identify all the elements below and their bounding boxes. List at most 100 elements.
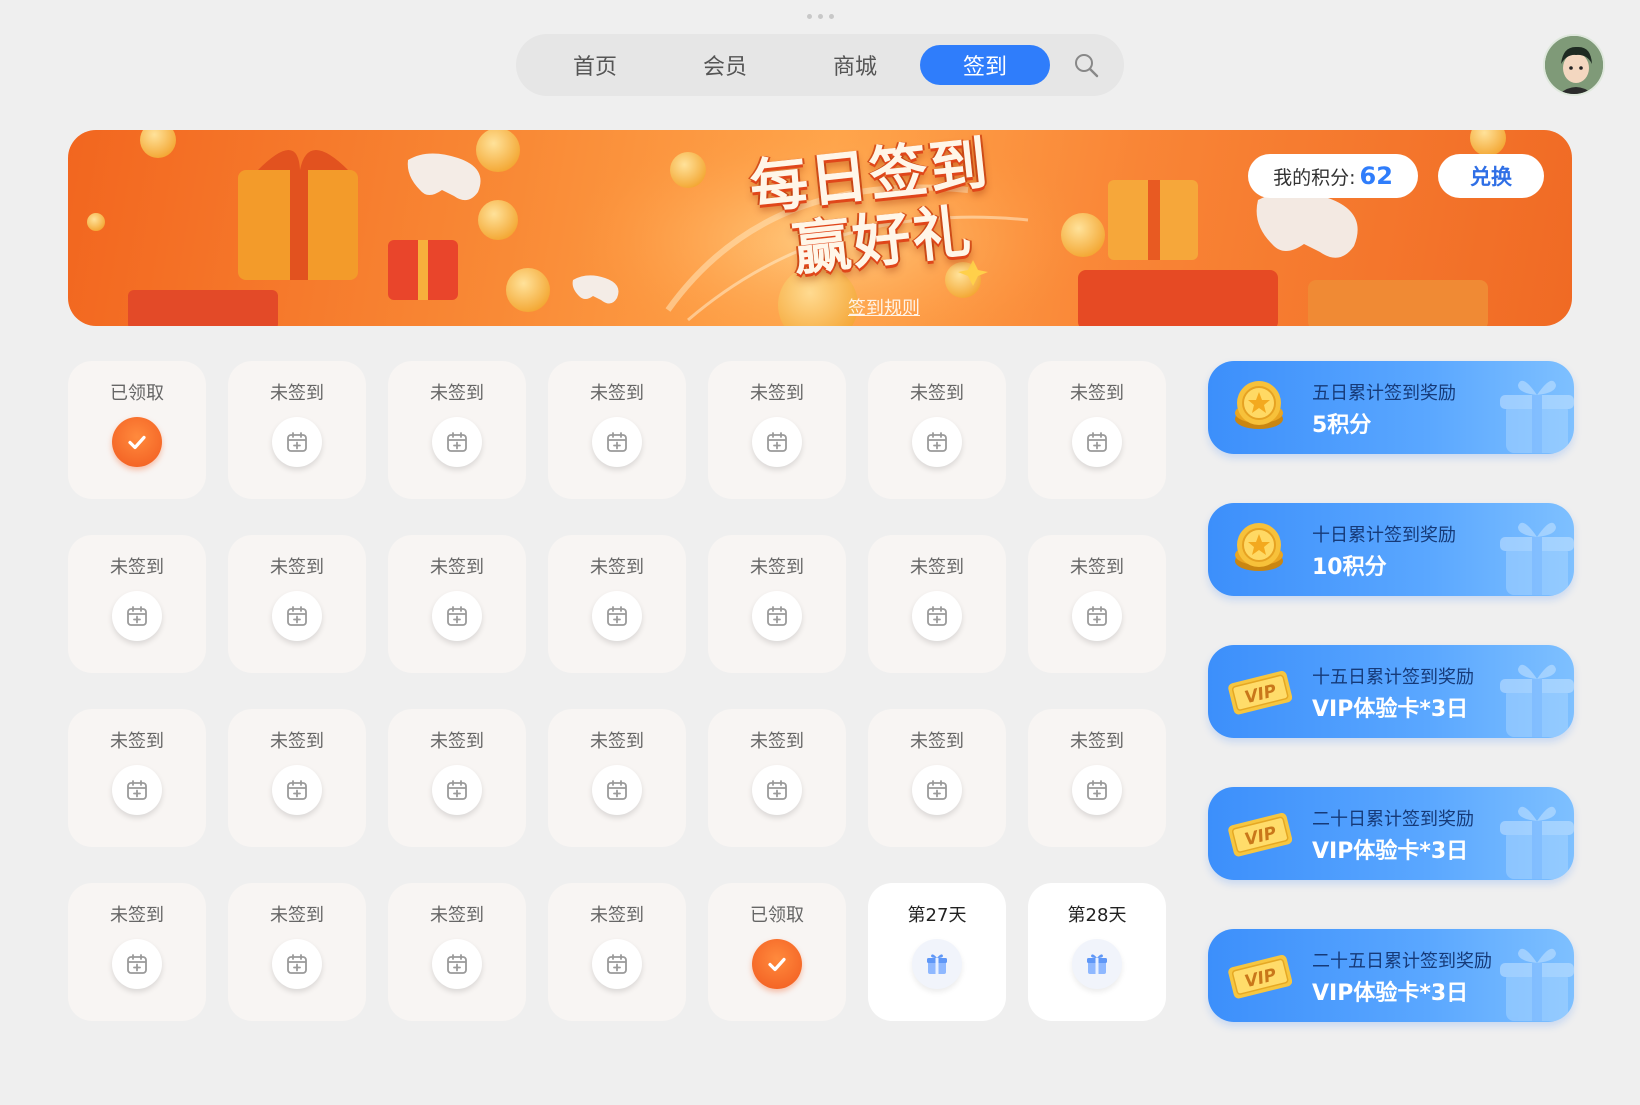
reward-title: 二十五日累计签到奖励 <box>1312 951 1492 972</box>
search-button[interactable] <box>1066 45 1106 85</box>
day-card-21[interactable]: 未签到 <box>1028 709 1166 847</box>
checkin-day-grid: 已领取 未签到 未签到 未签到 未签到 未签到 未签到 未签到 未签到 未签到 未签到 未签到 未签到未… <box>68 361 1168 1021</box>
day-card-11[interactable]: 未签到 <box>548 535 686 673</box>
reward-card-2[interactable]: 十日累计签到奖励 10积分 <box>1208 503 1574 596</box>
reward-card-1[interactable]: 五日累计签到奖励 5积分 <box>1208 361 1574 454</box>
day-card-16[interactable]: 未签到 <box>228 709 366 847</box>
day-card-13[interactable]: 未签到 <box>868 535 1006 673</box>
cumulative-rewards-list: 五日累计签到奖励 5积分 十日累计签到奖励 10积分 VIP 十五日累计签到奖励 VIP体验… <box>1208 361 1574 1071</box>
day-card-22[interactable]: 未签到 <box>68 883 206 1021</box>
calendar-add-icon <box>1072 417 1122 467</box>
day-card-4[interactable]: 未签到 <box>548 361 686 499</box>
calendar-add-icon <box>752 591 802 641</box>
avatar-image <box>1545 36 1603 94</box>
calendar-add-icon <box>272 591 322 641</box>
tab-mall[interactable]: 商城 <box>790 45 920 85</box>
day-card-28[interactable]: 第28天 <box>1028 883 1166 1021</box>
vip-ticket-icon: VIP <box>1226 801 1293 867</box>
day-card-9[interactable]: 未签到 <box>228 535 366 673</box>
calendar-add-icon <box>1072 591 1122 641</box>
day-status-label: 未签到 <box>590 557 644 578</box>
day-card-26[interactable]: 已领取 <box>708 883 846 1021</box>
day-card-17[interactable]: 未签到 <box>388 709 526 847</box>
day-status-label: 未签到 <box>1070 557 1124 578</box>
reward-title: 十五日累计签到奖励 <box>1312 667 1474 688</box>
day-card-1[interactable]: 已领取 <box>68 361 206 499</box>
calendar-add-icon <box>432 591 482 641</box>
day-card-15[interactable]: 未签到 <box>68 709 206 847</box>
day-card-5[interactable]: 未签到 <box>708 361 846 499</box>
day-card-10[interactable]: 未签到 <box>388 535 526 673</box>
calendar-add-icon <box>592 591 642 641</box>
day-status-label: 未签到 <box>590 731 644 752</box>
day-status-label: 未签到 <box>270 731 324 752</box>
tab-checkin[interactable]: 签到 <box>920 45 1050 85</box>
reward-title: 二十日累计签到奖励 <box>1312 809 1474 830</box>
day-card-8[interactable]: 未签到 <box>68 535 206 673</box>
reward-value: VIP体验卡*3日 <box>1312 839 1469 864</box>
day-card-2[interactable]: 未签到 <box>228 361 366 499</box>
day-card-20[interactable]: 未签到 <box>868 709 1006 847</box>
gift-box-icon <box>1488 937 1574 1022</box>
calendar-add-icon <box>432 939 482 989</box>
day-status-label: 未签到 <box>1070 383 1124 404</box>
day-card-7[interactable]: 未签到 <box>1028 361 1166 499</box>
calendar-add-icon <box>432 417 482 467</box>
check-circle-icon <box>752 939 802 989</box>
calendar-add-icon <box>272 765 322 815</box>
points-value: 62 <box>1359 162 1393 190</box>
day-card-14[interactable]: 未签到 <box>1028 535 1166 673</box>
gift-icon <box>1072 939 1122 989</box>
day-status-label: 第28天 <box>1067 905 1127 926</box>
day-card-27[interactable]: 第27天 <box>868 883 1006 1021</box>
day-status-label: 未签到 <box>270 383 324 404</box>
day-status-label: 未签到 <box>430 383 484 404</box>
day-status-label: 未签到 <box>270 557 324 578</box>
gift-icon <box>912 939 962 989</box>
day-status-label: 未签到 <box>910 557 964 578</box>
day-status-label: 未签到 <box>430 905 484 926</box>
day-status-label: 未签到 <box>750 557 804 578</box>
day-card-18[interactable]: 未签到 <box>548 709 686 847</box>
day-card-6[interactable]: 未签到 <box>868 361 1006 499</box>
points-label: 我的积分: <box>1273 166 1356 189</box>
tab-membership[interactable]: 会员 <box>660 45 790 85</box>
check-circle-icon <box>112 417 162 467</box>
search-icon <box>1075 54 1099 78</box>
reward-card-5[interactable]: VIP 二十五日累计签到奖励 VIP体验卡*3日 <box>1208 929 1574 1022</box>
day-card-23[interactable]: 未签到 <box>228 883 366 1021</box>
day-status-label: 已领取 <box>110 383 164 404</box>
exchange-button[interactable]: 兑换 <box>1438 154 1544 198</box>
day-status-label: 已领取 <box>750 905 804 926</box>
day-status-label: 未签到 <box>1070 731 1124 752</box>
day-status-label: 未签到 <box>590 905 644 926</box>
checkin-rules-link[interactable]: 签到规则 <box>848 294 920 320</box>
avatar[interactable] <box>1543 34 1605 96</box>
calendar-add-icon <box>112 591 162 641</box>
calendar-add-icon <box>592 765 642 815</box>
calendar-add-icon <box>592 939 642 989</box>
day-status-label: 第27天 <box>907 905 967 926</box>
calendar-add-icon <box>912 417 962 467</box>
calendar-add-icon <box>752 765 802 815</box>
calendar-add-icon <box>112 765 162 815</box>
gift-box-icon <box>1488 653 1574 738</box>
calendar-add-icon <box>272 417 322 467</box>
day-card-19[interactable]: 未签到 <box>708 709 846 847</box>
gift-box-icon <box>1488 369 1574 454</box>
gift-box-icon <box>1488 511 1574 596</box>
day-card-24[interactable]: 未签到 <box>388 883 526 1021</box>
tab-home[interactable]: 首页 <box>530 45 660 85</box>
top-nav: 首页 会员 商城 签到 <box>516 34 1124 96</box>
day-status-label: 未签到 <box>750 383 804 404</box>
window-drag-handle[interactable] <box>805 12 835 20</box>
gift-box-icon <box>1488 795 1574 880</box>
calendar-add-icon <box>752 417 802 467</box>
reward-title: 十日累计签到奖励 <box>1312 525 1456 546</box>
reward-card-4[interactable]: VIP 二十日累计签到奖励 VIP体验卡*3日 <box>1208 787 1574 880</box>
day-card-3[interactable]: 未签到 <box>388 361 526 499</box>
day-status-label: 未签到 <box>110 731 164 752</box>
reward-card-3[interactable]: VIP 十五日累计签到奖励 VIP体验卡*3日 <box>1208 645 1574 738</box>
day-card-25[interactable]: 未签到 <box>548 883 686 1021</box>
day-card-12[interactable]: 未签到 <box>708 535 846 673</box>
